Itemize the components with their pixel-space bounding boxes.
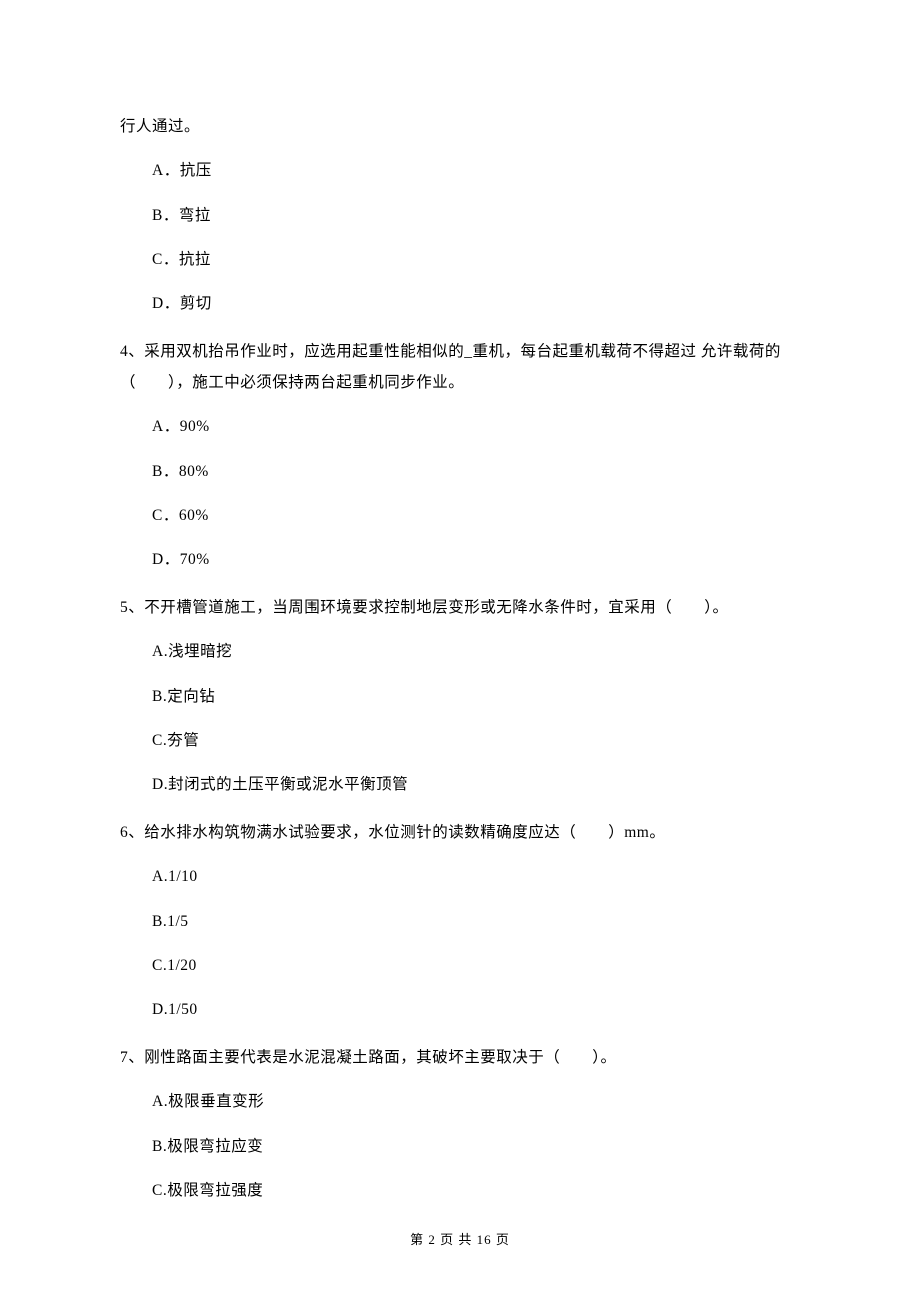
q3-option-d: D．剪切	[120, 292, 800, 315]
q3-option-c: C．抗拉	[120, 248, 800, 271]
page-footer: 第 2 页 共 16 页	[0, 1229, 920, 1248]
q7-text: 7、刚性路面主要代表是水泥混凝土路面，其破坏主要取决于（ ）。	[120, 1042, 800, 1073]
q5-option-d: D.封闭式的土压平衡或泥水平衡顶管	[120, 773, 800, 796]
q4-option-c: C．60%	[120, 504, 800, 527]
q7-option-a: A.极限垂直变形	[120, 1090, 800, 1113]
q4-option-b: B．80%	[120, 460, 800, 483]
q5-option-b: B.定向钻	[120, 685, 800, 708]
q6-option-c: C.1/20	[120, 954, 800, 977]
q3-option-a: A．抗压	[120, 159, 800, 182]
q6-option-a: A.1/10	[120, 865, 800, 888]
q6-text: 6、给水排水构筑物满水试验要求，水位测针的读数精确度应达（ ）mm。	[120, 817, 800, 848]
q5-option-a: A.浅埋暗挖	[120, 640, 800, 663]
continuation-text: 行人通过。	[120, 115, 800, 138]
q4-option-d: D．70%	[120, 548, 800, 571]
q6-option-b: B.1/5	[120, 910, 800, 933]
q5-text: 5、不开槽管道施工，当周围环境要求控制地层变形或无降水条件时，宜采用（ ）。	[120, 592, 800, 623]
q4-text: 4、采用双机抬吊作业时，应选用起重性能相似的_重机，每台起重机载荷不得超过 允许…	[120, 336, 800, 398]
q3-option-b: B．弯拉	[120, 204, 800, 227]
q5-option-c: C.夯管	[120, 729, 800, 752]
page-content: 行人通过。 A．抗压 B．弯拉 C．抗拉 D．剪切 4、采用双机抬吊作业时，应选…	[0, 0, 920, 1202]
q7-option-c: C.极限弯拉强度	[120, 1179, 800, 1202]
q6-option-d: D.1/50	[120, 998, 800, 1021]
q4-option-a: A．90%	[120, 415, 800, 438]
q7-option-b: B.极限弯拉应变	[120, 1135, 800, 1158]
